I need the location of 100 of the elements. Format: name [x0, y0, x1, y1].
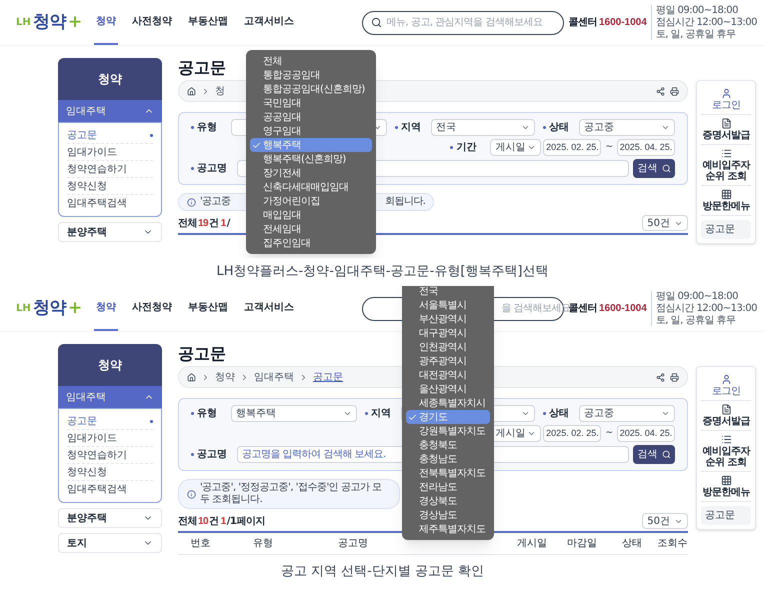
- dropdown-option[interactable]: 인천광역시: [406, 340, 490, 354]
- quick-menu-item[interactable]: 증명서발급: [701, 401, 751, 431]
- dropdown-option[interactable]: 충청남도: [406, 452, 490, 466]
- breadcrumb-link[interactable]: 청약: [215, 370, 235, 384]
- dropdown-option[interactable]: 서울특별시: [406, 298, 490, 312]
- nav-tab[interactable]: 부동산맵: [186, 286, 230, 331]
- share-icon[interactable]: [656, 372, 665, 382]
- quick-menu-item[interactable]: 방문한메뉴: [701, 472, 751, 502]
- region-select[interactable]: 전국: [431, 119, 535, 136]
- person-icon: [720, 88, 732, 99]
- nav-tab[interactable]: 고객서비스: [242, 0, 296, 45]
- quick-menu-item[interactable]: 예비입주자 순위 조회: [701, 145, 751, 186]
- dropdown-option[interactable]: 가정어린이집: [250, 194, 372, 208]
- status-select[interactable]: 공고중: [579, 405, 675, 422]
- caret-icon: [661, 409, 670, 418]
- dropdown-option[interactable]: 영구임대: [250, 124, 372, 138]
- breadcrumb-link[interactable]: 임대주택: [254, 370, 294, 384]
- dropdown-option[interactable]: 세종특별자치시: [406, 396, 490, 410]
- end-date-field[interactable]: 2025. 04. 25.: [617, 425, 675, 442]
- bullet-icon: [543, 412, 546, 415]
- page-size-select[interactable]: 50건: [642, 215, 688, 231]
- print-icon[interactable]: [670, 372, 679, 382]
- dropdown-option[interactable]: 경상북도: [406, 494, 490, 508]
- sidebar-section[interactable]: 분양주택: [58, 222, 162, 242]
- bullet-icon: [543, 126, 546, 129]
- quick-menu-item[interactable]: 로그인: [701, 371, 751, 401]
- start-date-field[interactable]: 2025. 02. 25.: [543, 139, 602, 156]
- nav-tab[interactable]: 사전청약: [130, 0, 174, 45]
- dropdown-option[interactable]: 경상남도: [406, 508, 490, 522]
- dropdown-option[interactable]: 집주인임대: [250, 236, 372, 250]
- page-size-select[interactable]: 50건: [642, 513, 688, 529]
- sidebar-section[interactable]: 임대주택: [58, 100, 162, 122]
- page-total: /: [226, 217, 230, 231]
- end-date-field[interactable]: 2025. 04. 25.: [617, 139, 675, 156]
- sidebar-item[interactable]: 청약신청: [67, 464, 153, 481]
- start-date-field[interactable]: 2025. 02. 25.: [543, 425, 602, 442]
- dropdown-option[interactable]: 울산광역시: [406, 382, 490, 396]
- quick-menu-item[interactable]: 로그인: [701, 85, 751, 115]
- dropdown-option[interactable]: 매입임대: [250, 208, 372, 222]
- print-icon[interactable]: [670, 86, 679, 96]
- filter-label: 공고명: [197, 162, 227, 176]
- breadcrumb-link[interactable]: 청: [215, 84, 225, 98]
- column-header: 마감일: [566, 537, 598, 551]
- logo-prefix: LH: [16, 16, 31, 30]
- dropdown-option[interactable]: 통합공공임대: [250, 68, 372, 82]
- sidebar-item[interactable]: 임대주택검색: [67, 195, 153, 212]
- dropdown-option[interactable]: 행복주택: [250, 138, 372, 152]
- dropdown-option[interactable]: 통합공공임대(신혼희망): [250, 82, 372, 96]
- sidebar-item[interactable]: 공고문: [67, 127, 153, 144]
- dropdown-option[interactable]: 전라남도: [406, 480, 490, 494]
- sidebar-section[interactable]: 임대주택: [58, 386, 162, 408]
- sidebar-item[interactable]: 청약연습하기: [67, 447, 153, 464]
- quick-menu-item[interactable]: 방문한메뉴: [701, 186, 751, 216]
- sidebar-section[interactable]: 토지: [58, 533, 162, 553]
- bullet-icon: [365, 412, 368, 415]
- dropdown-option[interactable]: 신축다세대매입임대: [250, 180, 372, 194]
- recent-menu-link[interactable]: 공고문: [701, 506, 751, 525]
- dropdown-option[interactable]: 전체: [250, 54, 372, 68]
- dropdown-option[interactable]: 행복주택(신혼희망): [250, 152, 372, 166]
- dropdown-option[interactable]: 부산광역시: [406, 312, 490, 326]
- quick-menu-item[interactable]: 예비입주자 순위 조회: [701, 431, 751, 472]
- bullet-icon: [191, 167, 194, 170]
- sidebar-item[interactable]: 청약신청: [67, 178, 153, 195]
- share-icon[interactable]: [656, 86, 665, 96]
- dropdown-option[interactable]: 광주광역시: [406, 354, 490, 368]
- home-icon[interactable]: [187, 86, 196, 96]
- nav-tab[interactable]: 청약: [94, 286, 118, 331]
- dropdown-option[interactable]: 전세임대: [250, 222, 372, 236]
- dropdown-option[interactable]: 대구광역시: [406, 326, 490, 340]
- document-icon: [720, 118, 732, 129]
- home-icon[interactable]: [187, 372, 196, 382]
- dropdown-option[interactable]: 국민임대: [250, 96, 372, 110]
- sidebar-item[interactable]: 공고문: [67, 413, 153, 430]
- status-select[interactable]: 공고중: [579, 119, 675, 136]
- search-button[interactable]: 검색: [633, 159, 675, 178]
- type-select[interactable]: 행복주택: [231, 405, 357, 422]
- recent-menu-link[interactable]: 공고문: [701, 220, 751, 239]
- sidebar-item[interactable]: 임대주택검색: [67, 481, 153, 498]
- dropdown-option[interactable]: 강원특별자치도: [406, 424, 490, 438]
- dropdown-option[interactable]: 전북특별자치도: [406, 466, 490, 480]
- sidebar-item[interactable]: 청약연습하기: [67, 161, 153, 178]
- dropdown-option[interactable]: 장기전세: [250, 166, 372, 180]
- dropdown-option[interactable]: 경기도: [406, 410, 490, 424]
- sidebar-item[interactable]: 임대가이드: [67, 144, 153, 161]
- dropdown-option[interactable]: 대전광역시: [406, 368, 490, 382]
- search-button[interactable]: 검색: [633, 445, 675, 464]
- breadcrumb-link[interactable]: 공고문: [313, 370, 343, 384]
- sidebar-item[interactable]: 임대가이드: [67, 430, 153, 447]
- sidebar-section[interactable]: 분양주택: [58, 508, 162, 528]
- nav-tab[interactable]: 부동산맵: [186, 0, 230, 45]
- nav-tab[interactable]: 청약: [94, 0, 118, 45]
- nav-tab[interactable]: 사전청약: [130, 286, 174, 331]
- bullet-icon: [395, 126, 398, 129]
- dropdown-option[interactable]: 제주특별자치도: [406, 522, 490, 536]
- date-basis-select[interactable]: 게시일: [490, 139, 542, 156]
- dropdown-option[interactable]: 공공임대: [250, 110, 372, 124]
- select-value: 50건: [647, 514, 670, 528]
- nav-tab[interactable]: 고객서비스: [242, 286, 296, 331]
- dropdown-option[interactable]: 전국: [406, 286, 490, 298]
- quick-menu-item[interactable]: 증명서발급: [701, 115, 751, 145]
